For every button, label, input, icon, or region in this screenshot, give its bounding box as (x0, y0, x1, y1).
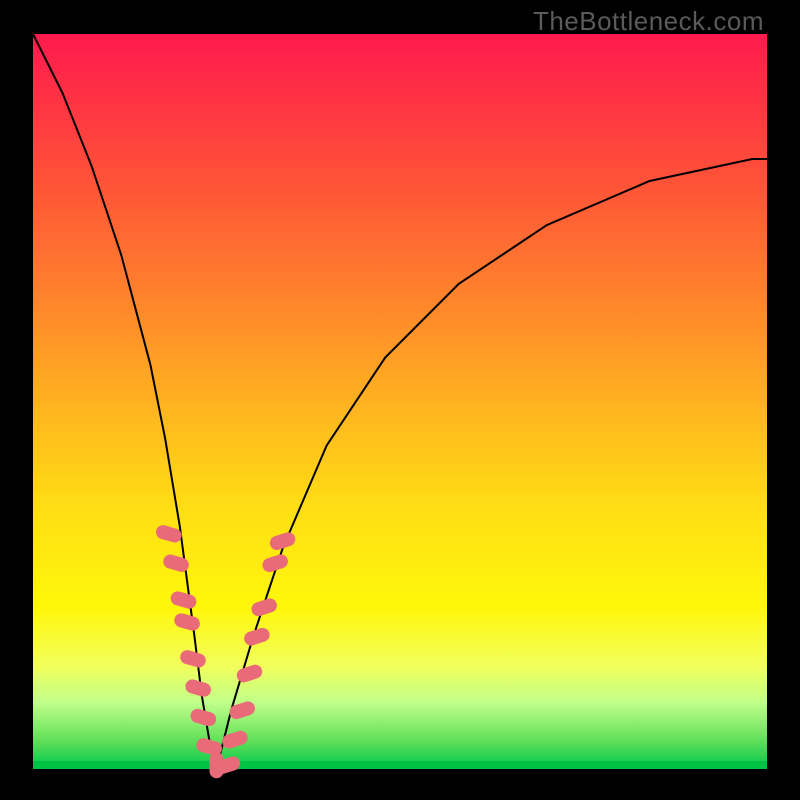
attribution-label: TheBottleneck.com (533, 6, 764, 37)
chart-frame: TheBottleneck.com (0, 0, 800, 800)
plot-area (33, 34, 767, 769)
baseline-strip (33, 761, 767, 769)
